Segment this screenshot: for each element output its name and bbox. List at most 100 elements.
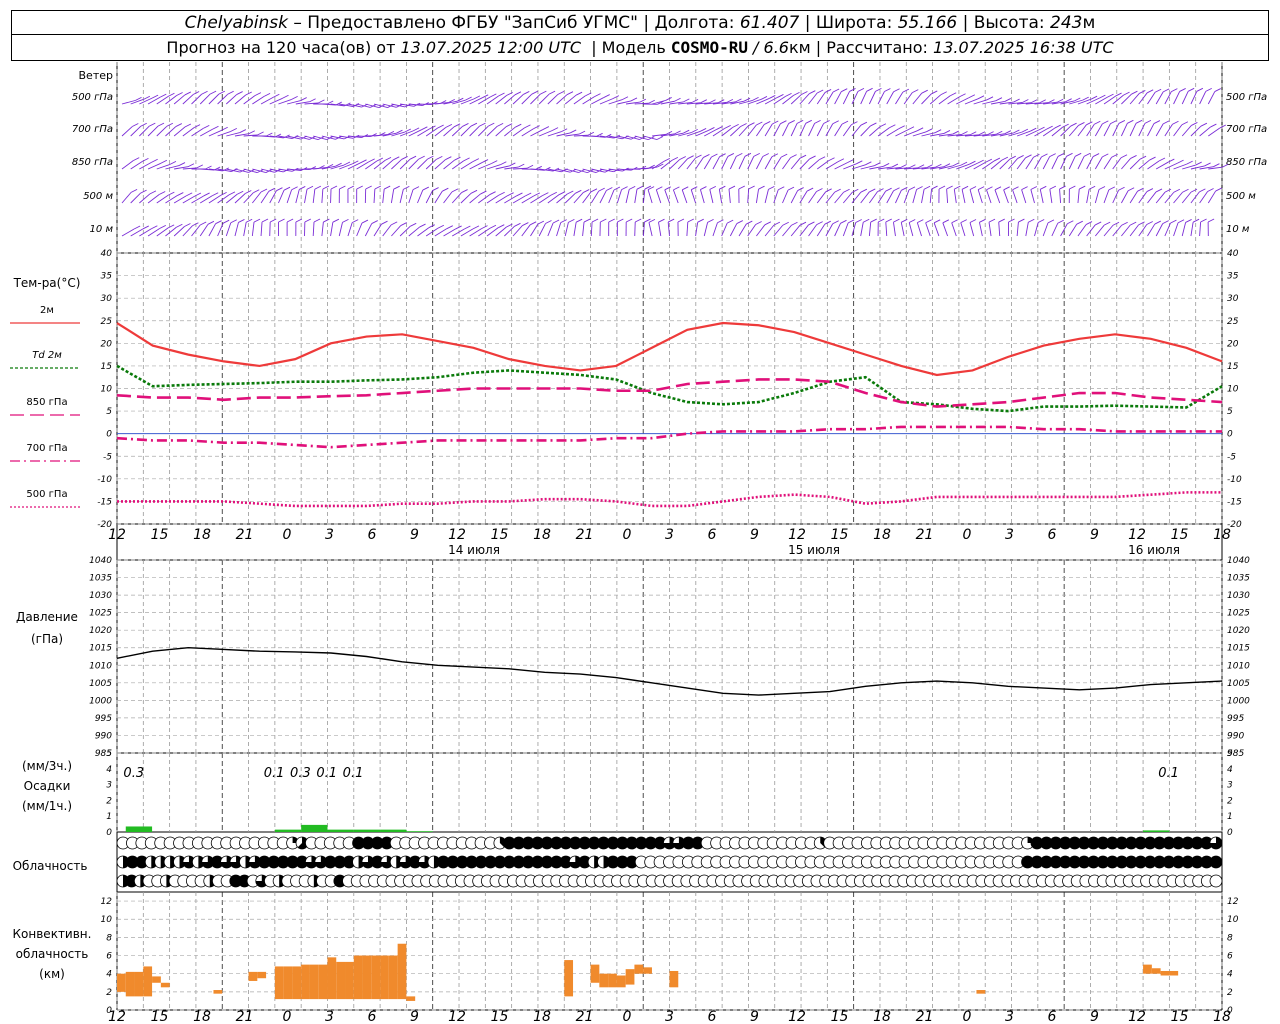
wind-barb-shaft: [547, 222, 554, 237]
pres-tick-right-1005: 1005: [1227, 679, 1250, 689]
wind-barb-flag: [825, 188, 832, 193]
wind-barb-flag: [695, 154, 702, 159]
time-tick-mid-21: 3: [1005, 527, 1014, 543]
wind-barb-flag: [361, 219, 369, 224]
temp-tick-left-15: 15: [101, 362, 113, 372]
wind-barb-shaft: [260, 191, 270, 204]
wind-barb-shaft: [260, 222, 263, 237]
wind-barb-shaft: [121, 192, 132, 204]
wind-barb-flag: [514, 222, 521, 227]
wind-barb-flag: [218, 90, 226, 95]
wind-barb-shaft: [756, 224, 766, 237]
wind-barb-flag: [509, 162, 516, 167]
wind-barb-flag: [1078, 122, 1085, 126]
wind-barb-flag: [245, 218, 253, 223]
prec-tick-right-2: 2: [1227, 796, 1233, 806]
wind-barb-flag: [606, 187, 613, 191]
wind-barb-flag: [796, 119, 804, 124]
wind-barb-flag: [1146, 188, 1154, 192]
wind-barb-flag: [925, 128, 933, 133]
wind-barb-flag: [764, 121, 771, 125]
wind-barb-flag: [843, 188, 850, 193]
wind-barb-flag: [412, 127, 420, 132]
wind-barb-flag: [313, 218, 321, 223]
wind-barb-shaft: [399, 189, 404, 204]
wind-barb-flag: [531, 90, 538, 95]
wind-barb-flag: [1074, 97, 1081, 102]
time-tick-mid-10: 18: [533, 527, 551, 543]
wind-barb-flag: [437, 124, 444, 129]
wind-barb-flag: [656, 186, 663, 191]
wind-barb-flag: [578, 130, 586, 135]
wind-barb-flag: [176, 223, 183, 228]
conv-title-1: Конвективн.: [13, 927, 92, 941]
wind-barb-flag: [683, 129, 690, 134]
wind-barb-shaft: [747, 189, 750, 204]
wind-barb-flag: [143, 95, 151, 100]
wind-barb-shaft: [1103, 224, 1114, 237]
wind-barb-flag: [160, 93, 167, 98]
wind-barb-shaft: [921, 93, 932, 105]
wind-barb-shaft: [790, 224, 801, 237]
conv-bar-15: [327, 957, 337, 1000]
precip-bar-0: [125, 826, 153, 832]
wind-barb-shaft: [156, 125, 168, 137]
wind-barb-shaft: [252, 191, 262, 204]
wind-barb-shaft: [225, 222, 232, 237]
wind-barb-shaft: [1049, 189, 1053, 204]
wind-barb-flag: [569, 129, 577, 134]
temp-tick-left-10: 10: [101, 385, 113, 395]
wind-barb-flag: [472, 158, 480, 163]
wind-barb-shaft: [946, 189, 949, 204]
wind-barb-flag: [621, 186, 628, 191]
wind-barb-flag: [885, 218, 892, 223]
cloud-icon: [1209, 836, 1223, 850]
wind-barb-flag: [711, 153, 718, 158]
wind-barb-flag: [390, 221, 398, 226]
conv-bar-8: [257, 971, 267, 979]
wind-barb-flag: [1154, 88, 1162, 93]
wind-barb-shaft: [921, 189, 925, 204]
wind-barb-shaft: [1207, 190, 1217, 204]
wind-barb-flag: [205, 165, 212, 170]
wind-barb-flag: [1195, 161, 1202, 166]
wind-barb-shaft: [477, 125, 489, 137]
wind-barb-flag: [1012, 186, 1019, 191]
wind-barb-flag: [837, 158, 845, 163]
wind-barb-shaft: [1103, 189, 1110, 204]
wind-barb-shaft: [648, 222, 653, 237]
wind-barb-flag: [201, 90, 208, 95]
wind-barb-shaft: [312, 189, 316, 204]
wind-barb-shaft: [243, 222, 247, 237]
wind-barb-shaft: [443, 159, 455, 170]
temp-tick-right-0: 0: [1227, 430, 1233, 440]
wind-barb-shaft: [434, 159, 446, 170]
wind-barb-flag: [870, 122, 877, 127]
wind-barb-flag: [220, 191, 227, 196]
wind-barb-shaft: [443, 191, 453, 204]
conv-bar-20: [371, 955, 381, 1000]
wind-barb-flag: [410, 222, 417, 227]
wind-barb-flag: [921, 89, 928, 94]
conv-tick-right-4: 4: [1227, 970, 1233, 980]
time-tick-bottom-1: 15: [151, 1009, 169, 1024]
wind-barb-flag: [1210, 123, 1217, 128]
wind-barb-flag: [566, 91, 574, 96]
pres-tick-left-1020: 1020: [89, 626, 112, 636]
wind-barb-shaft: [364, 223, 373, 237]
wind-barb-shaft: [1190, 222, 1194, 237]
wind-barb-shaft: [712, 222, 718, 237]
wind-barb-flag: [339, 185, 346, 190]
wind-barb-flag: [479, 122, 486, 127]
wind-barb-flag: [1107, 93, 1114, 98]
wind-barb-flag: [291, 186, 298, 191]
wind-barb-shaft: [877, 91, 885, 105]
wind-barb-flag: [780, 120, 787, 125]
wind-barb-flag: [1121, 221, 1128, 226]
conv-tick-right-0: 0: [1227, 1006, 1233, 1016]
wind-barb-flag: [866, 87, 873, 92]
wind-barb-flag: [762, 153, 769, 157]
wind-barb-shaft: [699, 189, 705, 204]
wind-barb-flag: [351, 219, 359, 224]
wind-barb-flag: [970, 131, 977, 136]
